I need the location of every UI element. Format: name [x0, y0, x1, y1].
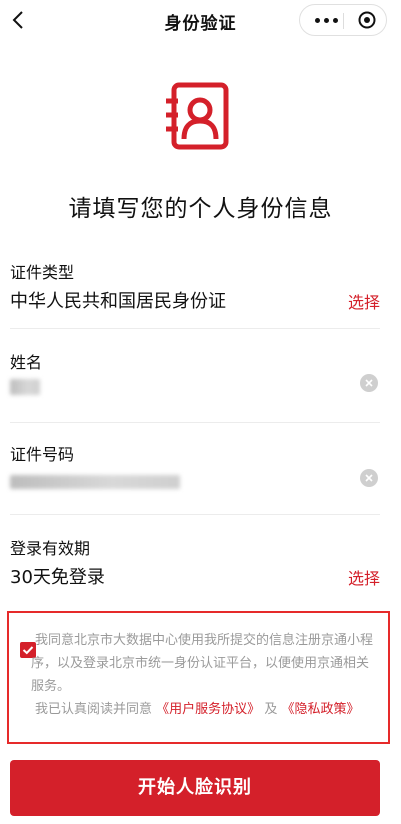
id-type-field: 证件类型 中华人民共和国居民身份证 选择 — [10, 259, 380, 313]
agreement-consent-text: 我同意北京市大数据中心使用我所提交的信息注册京通小程序，以及登录北京市统一身份认… — [31, 633, 374, 694]
login-validity-select-button[interactable]: 选择 — [348, 565, 380, 589]
name-input-blurred[interactable] — [10, 379, 40, 395]
id-number-label: 证件号码 — [10, 445, 75, 464]
agreement-notice: 我同意北京市大数据中心使用我所提交的信息注册京通小程序，以及登录北京市统一身份认… — [7, 611, 390, 744]
id-type-label: 证件类型 — [10, 263, 75, 282]
capsule-divider — [343, 13, 344, 29]
close-mini-program-icon[interactable] — [358, 11, 376, 29]
divider — [10, 328, 380, 329]
more-icon[interactable] — [310, 5, 342, 35]
id-type-value: 中华人民共和国居民身份证 — [10, 291, 226, 312]
clear-name-icon[interactable] — [360, 374, 378, 392]
login-validity-value: 30天免登录 — [10, 567, 105, 588]
login-validity-field: 登录有效期 30天免登录 选择 — [10, 535, 380, 591]
login-validity-label: 登录有效期 — [10, 539, 91, 558]
id-number-input-blurred[interactable] — [10, 475, 180, 489]
start-face-recognition-button[interactable]: 开始人脸识别 — [10, 760, 380, 816]
privacy-policy-link[interactable]: 《隐私政策》 — [281, 702, 359, 717]
id-number-field[interactable]: 证件号码 — [10, 441, 380, 501]
divider — [10, 514, 380, 515]
id-type-select-button[interactable]: 选择 — [348, 289, 380, 313]
mini-program-capsule — [299, 4, 387, 36]
agreement-read-text: 我已认真阅读并同意 — [35, 702, 153, 717]
agreement-text: 我同意北京市大数据中心使用我所提交的信息注册京通小程序，以及登录北京市统一身份认… — [31, 629, 379, 721]
user-agreement-link[interactable]: 《用户服务协议》 — [156, 702, 260, 717]
divider — [10, 422, 380, 423]
form-heading: 请填写您的个人身份信息 — [68, 196, 333, 222]
clear-id-number-icon[interactable] — [360, 469, 378, 487]
name-label: 姓名 — [10, 353, 43, 372]
nav-bar: 身份验证 — [0, 0, 401, 44]
agreement-and-text: 及 — [264, 702, 278, 717]
id-card-icon — [166, 82, 229, 150]
name-field[interactable]: 姓名 — [10, 349, 380, 409]
